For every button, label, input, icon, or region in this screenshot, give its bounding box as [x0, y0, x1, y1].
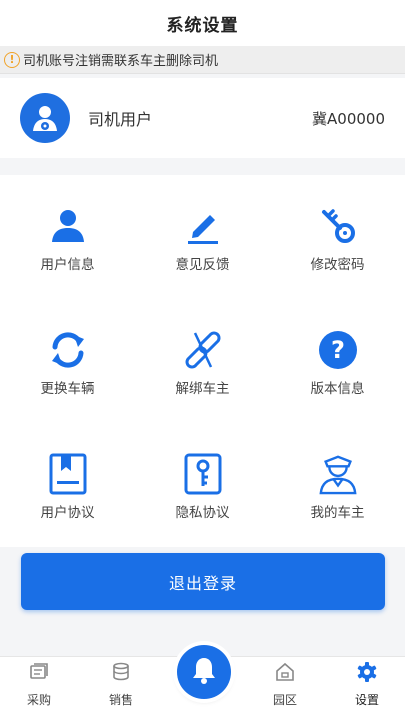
refresh-icon: [47, 329, 89, 371]
bell-icon: [191, 656, 217, 688]
menu-label: 更换车辆: [40, 381, 95, 397]
app-header: 系统设置: [0, 0, 405, 46]
sales-icon: [111, 661, 131, 683]
bookmark-doc-icon: [47, 453, 89, 495]
menu-change-password[interactable]: 修改密码: [270, 175, 405, 299]
notification-bell-button[interactable]: [177, 645, 231, 699]
menu-user-agreement[interactable]: 用户协议: [0, 423, 135, 547]
question-icon: ?: [317, 329, 359, 371]
plate-number: 冀A00000: [312, 109, 385, 128]
tab-purchase[interactable]: 采购: [4, 657, 74, 720]
menu-feedback[interactable]: 意见反馈: [135, 175, 270, 299]
warning-icon: !: [4, 51, 20, 68]
tab-sales[interactable]: 销售: [86, 657, 156, 720]
chauffeur-icon: [317, 453, 359, 495]
profile-card[interactable]: 司机用户 冀A00000: [0, 78, 405, 158]
page-title: 系统设置: [166, 15, 239, 36]
pencil-icon: [182, 205, 224, 247]
key-doc-icon: [182, 453, 224, 495]
tab-park[interactable]: 园区: [250, 657, 320, 720]
menu-label: 用户协议: [40, 505, 95, 521]
menu-label: 我的车主: [310, 505, 365, 521]
driver-name: 司机用户: [88, 110, 153, 129]
settings-icon: [356, 661, 378, 683]
tab-settings[interactable]: 设置: [332, 657, 402, 720]
menu-unbind-owner[interactable]: 解绑车主: [135, 299, 270, 423]
menu-label: 用户信息: [40, 257, 95, 273]
menu-my-owner[interactable]: 我的车主: [270, 423, 405, 547]
menu-user-info[interactable]: 用户信息: [0, 175, 135, 299]
tab-label: 园区: [272, 693, 297, 707]
driver-avatar-icon: [20, 93, 70, 143]
menu-version-info[interactable]: ? 版本信息: [270, 299, 405, 423]
svg-text:?: ?: [331, 336, 345, 364]
notice-text: 司机账号注销需联系车主删除司机: [23, 54, 219, 69]
settings-grid: 用户信息 意见反馈 修改密码 更换车辆 解绑车主 ? 版本信息 用户协议 隐私协…: [0, 175, 405, 547]
notice-bar: ! 司机账号注销需联系车主删除司机: [0, 46, 405, 74]
park-icon: [275, 661, 295, 683]
purchase-icon: [29, 661, 49, 683]
unlink-icon: [182, 329, 224, 371]
tab-label: 采购: [26, 693, 51, 707]
menu-privacy-agreement[interactable]: 隐私协议: [135, 423, 270, 547]
logout-area: 退出登录: [21, 553, 385, 610]
menu-label: 修改密码: [310, 257, 365, 273]
tab-label: 销售: [108, 693, 133, 707]
menu-label: 版本信息: [310, 381, 365, 397]
tab-label: 设置: [354, 693, 379, 707]
user-icon: [47, 205, 89, 247]
menu-change-vehicle[interactable]: 更换车辆: [0, 299, 135, 423]
menu-label: 解绑车主: [175, 381, 230, 397]
menu-label: 隐私协议: [175, 505, 230, 521]
menu-label: 意见反馈: [175, 257, 230, 273]
key-icon: [317, 205, 359, 247]
logout-button[interactable]: 退出登录: [21, 553, 385, 610]
